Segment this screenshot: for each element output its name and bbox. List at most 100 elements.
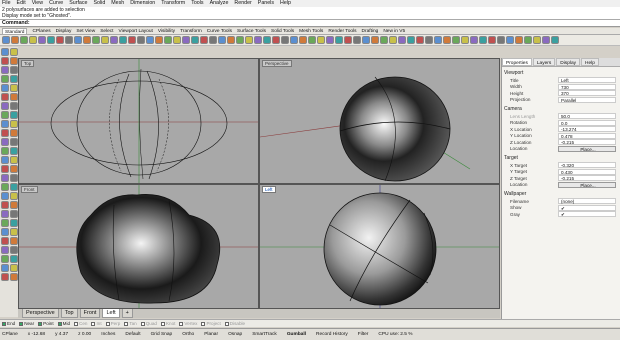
panel-tab-layers[interactable]: Layers	[532, 58, 556, 66]
left-tool-icon[interactable]	[10, 129, 18, 137]
toolbar-tab-cplanes[interactable]: CPlanes	[32, 28, 50, 34]
toolbar-tool-icon[interactable]	[407, 36, 415, 44]
toolbar-tool-icon[interactable]	[380, 36, 388, 44]
toolbar-tool-icon[interactable]	[281, 36, 289, 44]
toolbar-tool-icon[interactable]	[236, 36, 244, 44]
menu-dimension[interactable]: Dimension	[130, 0, 155, 7]
left-tool-icon[interactable]	[10, 201, 18, 209]
toolbar-tool-icon[interactable]	[533, 36, 541, 44]
left-tool-icon[interactable]	[1, 246, 9, 254]
property-value[interactable]: 50.0	[558, 113, 616, 120]
left-tool-icon[interactable]	[10, 264, 18, 272]
left-tool-icon[interactable]	[10, 84, 18, 92]
status-layer[interactable]: Default	[125, 332, 140, 337]
left-tool-icon[interactable]	[10, 111, 18, 119]
property-value[interactable]: 0.430	[558, 168, 616, 175]
toolbar-tab-select[interactable]: Select	[100, 28, 113, 34]
toolbar-tool-icon[interactable]	[398, 36, 406, 44]
toolbar-tab-curve-tools[interactable]: Curve Tools	[207, 28, 232, 34]
osnap-checkbox[interactable]	[91, 321, 96, 326]
toolbar-tool-icon[interactable]	[92, 36, 100, 44]
viewport-title-front[interactable]: Front	[21, 186, 38, 193]
toolbar-tool-icon[interactable]	[272, 36, 280, 44]
osnap-toggle[interactable]: Osnap	[228, 332, 242, 337]
property-value[interactable]: ✔	[558, 211, 616, 218]
toolbar-tool-icon[interactable]	[119, 36, 127, 44]
toolbar-tool-icon[interactable]	[434, 36, 442, 44]
toolbar-tool-icon[interactable]	[200, 36, 208, 44]
toolbar-tool-icon[interactable]	[254, 36, 262, 44]
osnap-point[interactable]: Point	[38, 321, 54, 326]
toolbar-tab-solid-tools[interactable]: Solid Tools	[271, 28, 294, 34]
panel-tab-properties[interactable]: Properties	[502, 58, 532, 66]
viewport-left[interactable]: Left	[259, 184, 500, 309]
toolbar-tool-icon[interactable]	[461, 36, 469, 44]
menu-curve[interactable]: Curve	[49, 0, 63, 7]
left-tool-icon[interactable]	[1, 48, 9, 56]
osnap-near[interactable]: Near	[19, 321, 34, 326]
osnap-checkbox[interactable]	[224, 321, 229, 326]
osnap-quad[interactable]: Quad	[140, 321, 157, 326]
left-tool-icon[interactable]	[1, 255, 9, 263]
toolbar-tool-icon[interactable]	[182, 36, 190, 44]
menu-render[interactable]: Render	[234, 0, 251, 7]
osnap-perp[interactable]: Perp	[105, 321, 120, 326]
toolbar-tool-icon[interactable]	[344, 36, 352, 44]
toolbar-tool-icon[interactable]	[38, 36, 46, 44]
left-tool-icon[interactable]	[10, 147, 18, 155]
osnap-checkbox[interactable]	[160, 321, 165, 326]
toolbar-tool-icon[interactable]	[326, 36, 334, 44]
left-tool-icon[interactable]	[1, 138, 9, 146]
menu-mesh[interactable]: Mesh	[111, 0, 124, 7]
toolbar-tool-icon[interactable]	[497, 36, 505, 44]
osnap-checkbox[interactable]	[140, 321, 145, 326]
toolbar-tool-icon[interactable]	[56, 36, 64, 44]
left-tool-icon[interactable]	[1, 273, 9, 281]
left-tool-icon[interactable]	[1, 156, 9, 164]
left-tool-icon[interactable]	[10, 237, 18, 245]
left-tool-icon[interactable]	[10, 57, 18, 65]
toolbar-tool-icon[interactable]	[218, 36, 226, 44]
toolbar-tool-icon[interactable]	[155, 36, 163, 44]
toolbar-tool-icon[interactable]	[47, 36, 55, 44]
place-button[interactable]: Place...	[558, 145, 616, 152]
toolbar-tool-icon[interactable]	[452, 36, 460, 44]
left-tool-icon[interactable]	[10, 255, 18, 263]
menu-edit[interactable]: Edit	[17, 0, 26, 7]
osnap-end[interactable]: End	[2, 321, 15, 326]
panel-tab-help[interactable]: Help	[581, 58, 599, 66]
viewport-title-perspective[interactable]: Perspective	[262, 60, 292, 67]
left-tool-icon[interactable]	[1, 147, 9, 155]
toolbar-tab-surface-tools[interactable]: Surface Tools	[237, 28, 266, 34]
osnap-checkbox[interactable]	[2, 321, 6, 326]
viewport-tab-front[interactable]: Front	[79, 309, 101, 318]
toolbar-tool-icon[interactable]	[488, 36, 496, 44]
gumball-toggle[interactable]: Gumball	[287, 332, 306, 337]
property-value[interactable]: -0.320	[558, 162, 616, 169]
osnap-checkbox[interactable]	[105, 321, 110, 326]
toolbar-tool-icon[interactable]	[470, 36, 478, 44]
toolbar-tool-icon[interactable]	[362, 36, 370, 44]
property-value[interactable]: Left	[558, 77, 616, 84]
toolbar-tool-icon[interactable]	[164, 36, 172, 44]
menu-analyze[interactable]: Analyze	[210, 0, 229, 7]
property-value[interactable]: 730	[558, 83, 616, 90]
left-tool-icon[interactable]	[1, 120, 9, 128]
toolbar-tab-new-in-v5[interactable]: New in V5	[383, 28, 405, 34]
left-tool-icon[interactable]	[10, 75, 18, 83]
toolbar-tool-icon[interactable]	[146, 36, 154, 44]
left-tool-icon[interactable]	[1, 66, 9, 74]
osnap-checkbox[interactable]	[179, 321, 184, 326]
property-value[interactable]: -13.274	[558, 126, 616, 133]
property-value[interactable]: 370	[558, 90, 616, 97]
status-units[interactable]: Inches	[101, 332, 115, 337]
toolbar-tool-icon[interactable]	[479, 36, 487, 44]
toolbar-tab-set-view[interactable]: Set View	[76, 28, 95, 34]
toolbar-tool-icon[interactable]	[443, 36, 451, 44]
toolbar-tool-icon[interactable]	[209, 36, 217, 44]
osnap-checkbox[interactable]	[74, 321, 79, 326]
toolbar-tool-icon[interactable]	[335, 36, 343, 44]
smarttrack-toggle[interactable]: SmartTrack	[252, 332, 277, 337]
osnap-mid[interactable]: Mid	[57, 321, 70, 326]
left-tool-icon[interactable]	[10, 156, 18, 164]
